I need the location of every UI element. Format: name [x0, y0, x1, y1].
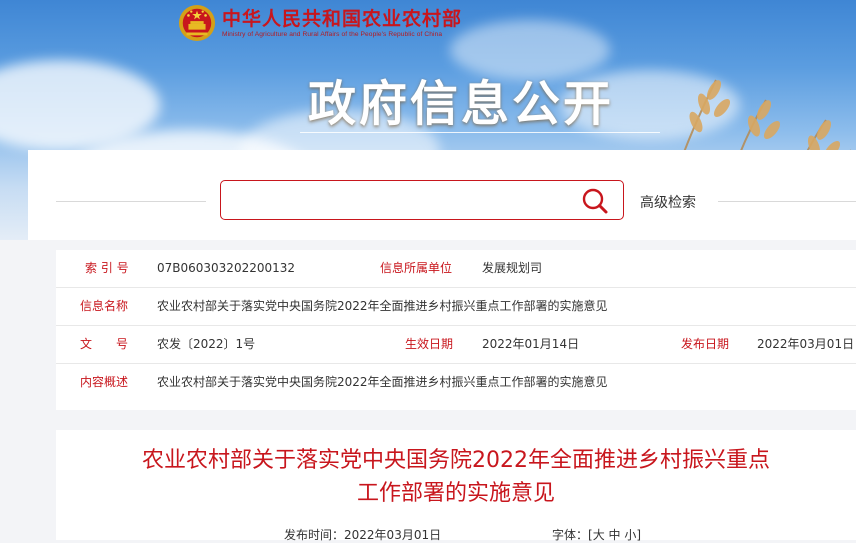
index-label: 索 引 号: [85, 261, 129, 275]
ministry-name-en: Ministry of Agriculture and Rural Affair…: [222, 30, 443, 38]
article-title-line: 工作部署的实施意见: [356, 481, 555, 506]
font-size-control: 字体：[大 中 小]: [552, 526, 641, 543]
info-row: 索 引 号 07B060303202200132 信息所属单位 发展规划司: [56, 250, 856, 288]
ministry-name-cn: 中华人民共和国农业农村部: [222, 7, 463, 30]
doc-number-value: 农发〔2022〕1号: [157, 337, 256, 351]
title-underline: [300, 132, 660, 133]
article-title: 农业农村部关于落实党中央国务院2022年全面推进乡村振兴重点 工作部署的实施意见: [56, 444, 856, 510]
effective-date-value: 2022年01月14日: [482, 337, 580, 351]
publish-date-value: 2022年03月01日: [757, 337, 855, 351]
divider: [56, 201, 206, 202]
summary-label: 内容概述: [80, 375, 129, 389]
publish-time: 发布时间：2022年03月01日: [284, 526, 441, 543]
unit-value: 发展规划司: [482, 261, 543, 275]
doc-number-label: 文 号: [80, 337, 129, 351]
search-box: [220, 180, 624, 220]
info-row: 信息名称 农业农村部关于落实党中央国务院2022年全面推进乡村振兴重点工作部署的…: [56, 288, 856, 326]
national-emblem-icon: [178, 4, 216, 42]
name-value: 农业农村部关于落实党中央国务院2022年全面推进乡村振兴重点工作部署的实施意见: [157, 299, 608, 313]
info-row: 文 号 农发〔2022〕1号 生效日期 2022年01月14日 发布日期 202…: [56, 326, 856, 364]
article: 农业农村部关于落实党中央国务院2022年全面推进乡村振兴重点 工作部署的实施意见…: [56, 430, 856, 543]
search-input[interactable]: [229, 185, 573, 217]
search-icon[interactable]: [581, 187, 609, 215]
name-label: 信息名称: [80, 299, 129, 313]
info-row: 内容概述 农业农村部关于落实党中央国务院2022年全面推进乡村振兴重点工作部署的…: [56, 364, 856, 401]
article-title-line: 农业农村部关于落实党中央国务院2022年全面推进乡村振兴重点: [142, 448, 770, 473]
portal-title: 政府信息公开: [308, 76, 615, 132]
divider: [718, 201, 856, 202]
index-value: 07B060303202200132: [157, 261, 296, 275]
info-table: 索 引 号 07B060303202200132 信息所属单位 发展规划司 信息…: [56, 250, 856, 410]
advanced-search-link[interactable]: 高级检索: [640, 192, 696, 212]
publish-date-label: 发布日期: [681, 337, 730, 351]
ministry-logo[interactable]: 中华人民共和国农业农村部 Ministry of Agriculture and…: [178, 4, 462, 42]
unit-label: 信息所属单位: [380, 261, 453, 275]
effective-date-label: 生效日期: [405, 337, 454, 351]
summary-value: 农业农村部关于落实党中央国务院2022年全面推进乡村振兴重点工作部署的实施意见: [157, 375, 608, 389]
